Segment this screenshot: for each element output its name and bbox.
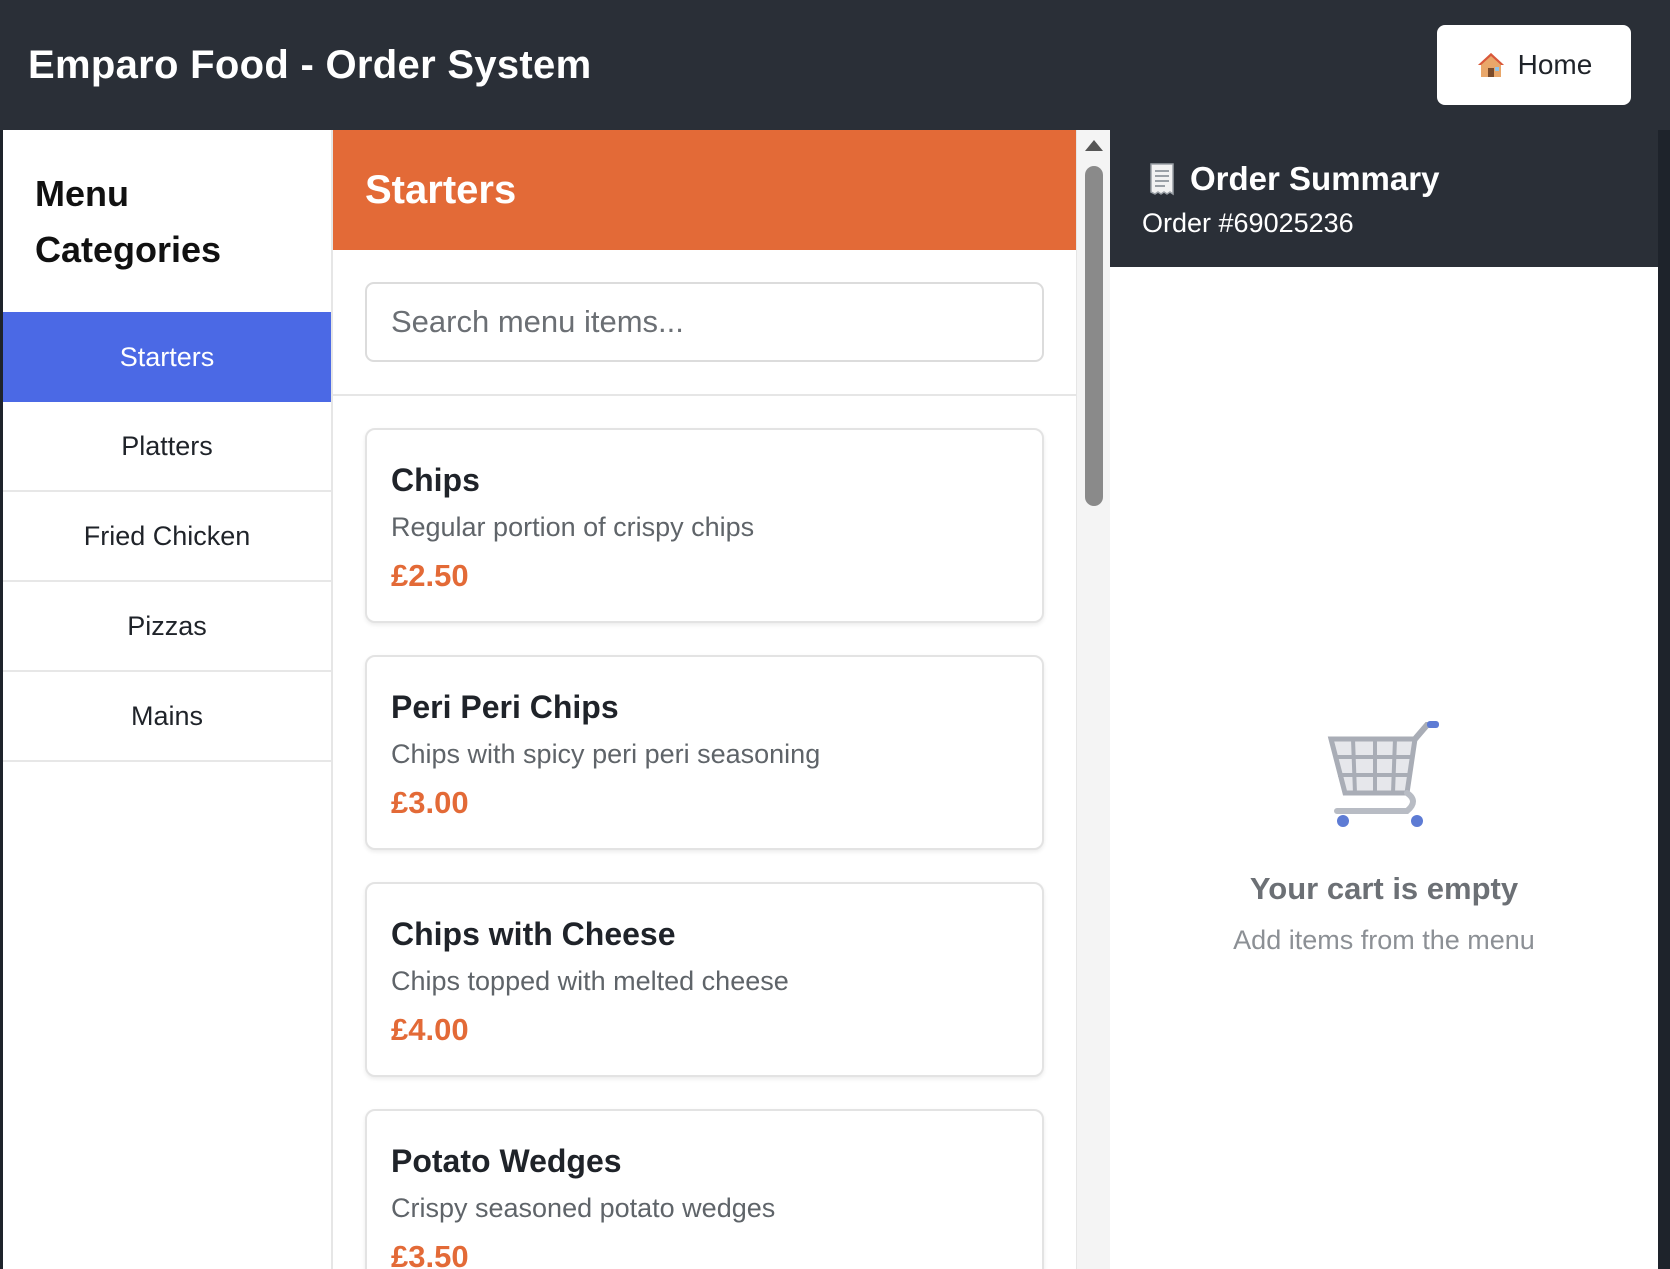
app-header: Emparo Food - Order System Home xyxy=(0,0,1670,130)
item-description: Chips topped with melted cheese xyxy=(391,966,789,996)
menu-panel: Starters Chips Regular portion of crispy… xyxy=(333,130,1076,1269)
house-icon xyxy=(1476,50,1506,80)
item-name: Chips with Cheese xyxy=(391,916,676,952)
menu-item-card[interactable]: Chips with Cheese Chips topped with melt… xyxy=(365,882,1044,1077)
empty-cart-title: Your cart is empty xyxy=(1249,871,1519,906)
category-title: Starters xyxy=(333,130,1076,250)
sidebar-heading: Menu Categories xyxy=(35,173,222,270)
sidebar-item-mains[interactable]: Mains xyxy=(3,672,331,762)
menu-items-list: Chips Regular portion of crispy chips £2… xyxy=(333,396,1076,1269)
item-description: Chips with spicy peri peri seasoning xyxy=(391,739,821,769)
scroll-up-arrow-icon[interactable] xyxy=(1085,140,1103,151)
item-name: Chips xyxy=(391,462,480,498)
home-button[interactable]: Home xyxy=(1437,25,1631,105)
item-name: Potato Wedges xyxy=(391,1143,622,1179)
main-layout: Menu Categories Starters Platters Fried … xyxy=(3,130,1658,1269)
search-input[interactable] xyxy=(365,282,1044,362)
scroll-thumb[interactable] xyxy=(1085,166,1103,506)
menu-item-card[interactable]: Potato Wedges Crispy seasoned potato wed… xyxy=(365,1109,1044,1269)
category-sidebar: Menu Categories Starters Platters Fried … xyxy=(3,130,333,1269)
sidebar-item-fried-chicken[interactable]: Fried Chicken xyxy=(3,492,331,582)
menu-scrollbar[interactable] xyxy=(1076,130,1110,1269)
item-price: £3.00 xyxy=(391,785,469,820)
sidebar-item-starters[interactable]: Starters xyxy=(3,312,331,402)
empty-cart-state: Your cart is empty Add items from the me… xyxy=(1110,267,1658,956)
receipt-icon xyxy=(1148,162,1176,196)
search-area xyxy=(333,250,1076,396)
order-summary-header: Order Summary Order #69025236 xyxy=(1110,130,1658,267)
app-title: Emparo Food - Order System xyxy=(28,42,592,87)
sidebar-item-pizzas[interactable]: Pizzas xyxy=(3,582,331,672)
shopping-cart-icon xyxy=(1323,717,1445,835)
menu-item-card[interactable]: Peri Peri Chips Chips with spicy peri pe… xyxy=(365,655,1044,850)
item-price: £2.50 xyxy=(391,558,469,593)
sidebar-item-platters[interactable]: Platters xyxy=(3,402,331,492)
item-price: £3.50 xyxy=(391,1239,469,1269)
item-name: Peri Peri Chips xyxy=(391,689,619,725)
order-summary-panel: Order Summary Order #69025236 Your cart … xyxy=(1110,130,1658,1269)
menu-item-card[interactable]: Chips Regular portion of crispy chips £2… xyxy=(365,428,1044,623)
order-number: Order #69025236 xyxy=(1142,208,1354,238)
order-summary-title: Order Summary xyxy=(1190,160,1440,197)
item-description: Crispy seasoned potato wedges xyxy=(391,1193,776,1223)
empty-cart-subtitle: Add items from the menu xyxy=(1233,925,1535,955)
item-price: £4.00 xyxy=(391,1012,469,1047)
home-button-label: Home xyxy=(1517,49,1593,80)
item-description: Regular portion of crispy chips xyxy=(391,512,755,542)
